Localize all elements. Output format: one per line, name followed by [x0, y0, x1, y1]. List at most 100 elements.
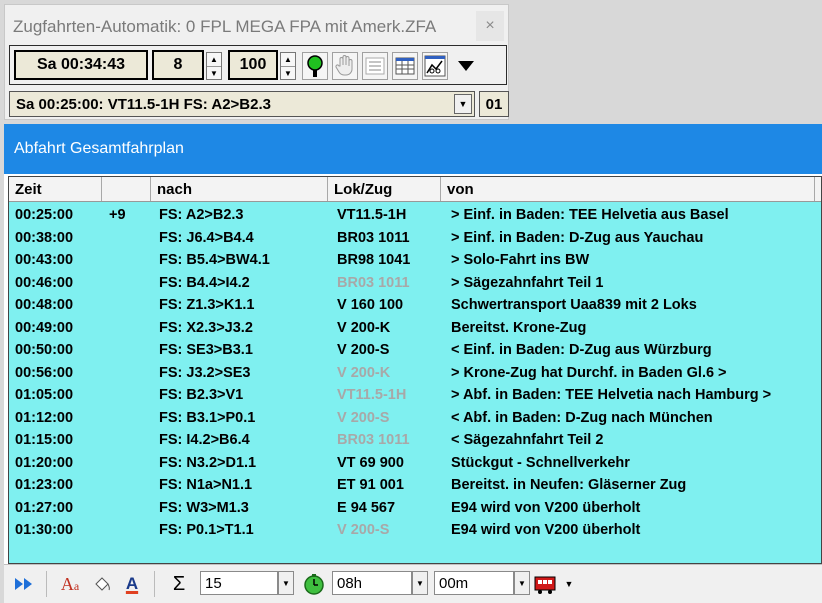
column-header-lok[interactable]: Lok/Zug [328, 177, 441, 201]
cell-von: E94 wird von V200 überholt [451, 499, 641, 516]
cell-von: Bereitst. in Neufen: Gläserner Zug [451, 477, 687, 493]
hand-button[interactable] [332, 52, 358, 80]
control-window-title: Zugfahrten-Automatik: 0 FPL MEGA FPA mit… [13, 17, 437, 36]
table-row[interactable]: 00:38:00 FS: J6.4>B4.4 BR03 1011 > Einf. in… [9, 227, 821, 249]
percent-field[interactable]: 100 [228, 50, 278, 80]
cell-von: > Einf. in Baden: D-Zug aus Yauchau [451, 229, 704, 246]
cell-nach: FS: A2>B2.3 [159, 207, 244, 223]
cell-delay: +9 [109, 207, 126, 223]
table-row[interactable]: 00:49:00 FS: X2.3>J3.2 V 200-K Bereitst. Kr… [9, 317, 821, 339]
cell-lok: V 160 100 [337, 297, 404, 313]
cell-nach: FS: Z1.3>K1.1 [159, 297, 255, 313]
cell-von: > Einf. in Baden: TEE Helvetia aus Basel [451, 207, 729, 223]
cell-nach: FS: B4.4>I4.2 [159, 274, 250, 291]
cell-lok: VT11.5-1H [337, 387, 407, 403]
dropdown-triangle-icon [458, 61, 474, 71]
cell-lok: V 200-S [337, 409, 390, 426]
cell-lok: BR98 1041 [337, 252, 411, 268]
status-count: 01 [479, 91, 509, 117]
minutes-dropdown-button[interactable]: ▼ [514, 571, 530, 595]
cell-nach: FS: J6.4>B4.4 [159, 229, 254, 246]
timetable-grid[interactable]: Zeit nach Lok/Zug von 00:25:00 +9 FS: A2>B… [8, 176, 822, 564]
cell-zeit: 00:46:00 [15, 274, 74, 291]
cell-nach: FS: B2.3>V1 [159, 387, 244, 403]
cell-von: Bereitst. Krone-Zug [451, 319, 587, 336]
chevron-down-icon[interactable]: ▼ [281, 67, 295, 80]
column-header-nach[interactable]: nach [151, 177, 328, 201]
table-row[interactable]: 01:12:00 FS: B3.1>P0.1 V 200-S < Abf. in Ba… [9, 407, 821, 429]
column-header-delay[interactable] [102, 177, 151, 201]
cell-nach: FS: N3.2>D1.1 [159, 454, 257, 471]
table-row[interactable]: 00:50:00 FS: SE3>B3.1 V 200-S < Einf. in Ba… [9, 339, 821, 361]
chevron-down-icon: ▼ [458, 99, 468, 109]
fill-color-button[interactable] [90, 573, 114, 595]
stopwatch-icon [304, 574, 324, 595]
speed-stepper[interactable]: ▲ ▼ [206, 52, 222, 80]
chevron-down-icon[interactable]: ▼ [207, 67, 221, 80]
cell-von: < Abf. in Baden: D-Zug nach München [451, 409, 713, 426]
chart-icon [424, 55, 446, 77]
table-row[interactable]: 00:48:00 FS: Z1.3>K1.1 V 160 100 Schwertran… [9, 294, 821, 316]
hours-select[interactable]: 08h [332, 571, 412, 595]
cell-nach: FS: X2.3>J3.2 [159, 319, 253, 336]
table-row[interactable]: 00:43:00 FS: B5.4>BW4.1 BR98 1041 > Solo-Fa… [9, 249, 821, 271]
cell-von: > Abf. in Baden: TEE Helvetia nach Hambu… [451, 387, 772, 403]
menu-dropdown-button[interactable] [452, 52, 480, 80]
close-icon: × [485, 17, 495, 34]
table-row[interactable]: 01:20:00 FS: N3.2>D1.1 VT 69 900 Stückgut -… [9, 452, 821, 474]
timetable-title: Abfahrt Gesamtfahrplan [4, 124, 822, 174]
table-row[interactable]: 01:30:00 FS: P0.1>T1.1 V 200-S E94 wird von… [9, 519, 821, 541]
table-row[interactable]: 01:05:00 FS: B2.3>V1 VT11.5-1H > Abf. in Ba… [9, 384, 821, 406]
cell-zeit: 00:38:00 [15, 229, 74, 246]
list-button[interactable] [362, 52, 388, 80]
cell-nach: FS: B5.4>BW4.1 [159, 252, 270, 268]
bottom-toolbar: Aa A Σ 15 ▼ 08h ▼ 00m ▼ ▼ [4, 564, 822, 603]
cell-lok: BR03 1011 [337, 229, 410, 246]
status-select[interactable]: Sa 00:25:00: VT11.5-1H FS: A2>B2.3 [9, 91, 475, 117]
count-select[interactable]: 15 [200, 571, 278, 595]
table-row[interactable]: 00:56:00 FS: J3.2>SE3 V 200-K > Krone-Zug h… [9, 362, 821, 384]
cell-zeit: 00:25:00 [15, 207, 74, 223]
hours-dropdown-button[interactable]: ▼ [412, 571, 428, 595]
cell-zeit: 00:50:00 [15, 342, 74, 358]
column-header-von[interactable]: von [441, 177, 815, 201]
separator [154, 571, 155, 597]
clock-display: Sa 00:34:43 [14, 50, 148, 80]
cell-zeit: 01:20:00 [15, 454, 74, 471]
cell-von: > Krone-Zug hat Durchf. in Baden Gl.6 > [451, 364, 727, 381]
cell-nach: FS: J3.2>SE3 [159, 364, 251, 381]
font-button[interactable]: Aa [56, 573, 84, 595]
signal-button[interactable] [302, 52, 328, 80]
clock-button[interactable] [302, 573, 326, 595]
timetable-window: Abfahrt Gesamtfahrplan Zeit nach Lok/Zug… [4, 124, 822, 603]
chevron-up-icon[interactable]: ▲ [281, 53, 295, 67]
train-dropdown-button[interactable]: ▼ [562, 573, 576, 595]
chart-button[interactable] [422, 52, 448, 80]
cell-zeit: 01:30:00 [15, 522, 74, 538]
text-color-button[interactable]: A [120, 573, 144, 595]
minutes-select[interactable]: 00m [434, 571, 514, 595]
column-header-zeit[interactable]: Zeit [9, 177, 102, 201]
table-row[interactable]: 01:27:00 FS: W3>M1.3 E 94 567 E94 wird von … [9, 497, 821, 519]
table-row[interactable]: 00:46:00 FS: B4.4>I4.2 BR03 1011 > Sägezahn… [9, 272, 821, 294]
cell-nach: FS: W3>M1.3 [159, 499, 249, 516]
cell-von: Schwertransport Uaa839 mit 2 Loks [451, 297, 697, 313]
table-row[interactable]: 01:23:00 FS: N1a>N1.1 ET 91 001 Bereitst. i… [9, 474, 821, 496]
train-button[interactable] [532, 573, 558, 595]
cell-von: Stückgut - Schnellverkehr [451, 454, 630, 471]
cell-lok: VT 69 900 [337, 454, 404, 471]
fast-forward-button[interactable] [12, 573, 36, 595]
table-row[interactable]: 00:25:00 +9 FS: A2>B2.3 VT11.5-1H > Einf. in… [9, 204, 821, 226]
table-row[interactable]: 01:15:00 FS: I4.2>B6.4 BR03 1011 < Sägezahn… [9, 429, 821, 451]
table-button[interactable] [392, 52, 418, 80]
count-dropdown-button[interactable]: ▼ [278, 571, 294, 595]
font-icon: Aa [60, 573, 80, 594]
close-button[interactable]: × [476, 11, 504, 41]
chevron-up-icon[interactable]: ▲ [207, 53, 221, 67]
cell-lok: V 200-K [337, 364, 391, 381]
speed-field[interactable]: 8 [152, 50, 204, 80]
status-dropdown-button[interactable]: ▼ [454, 94, 472, 114]
cell-zeit: 00:49:00 [15, 319, 74, 336]
cell-zeit: 01:23:00 [15, 477, 74, 493]
percent-stepper[interactable]: ▲ ▼ [280, 52, 296, 80]
